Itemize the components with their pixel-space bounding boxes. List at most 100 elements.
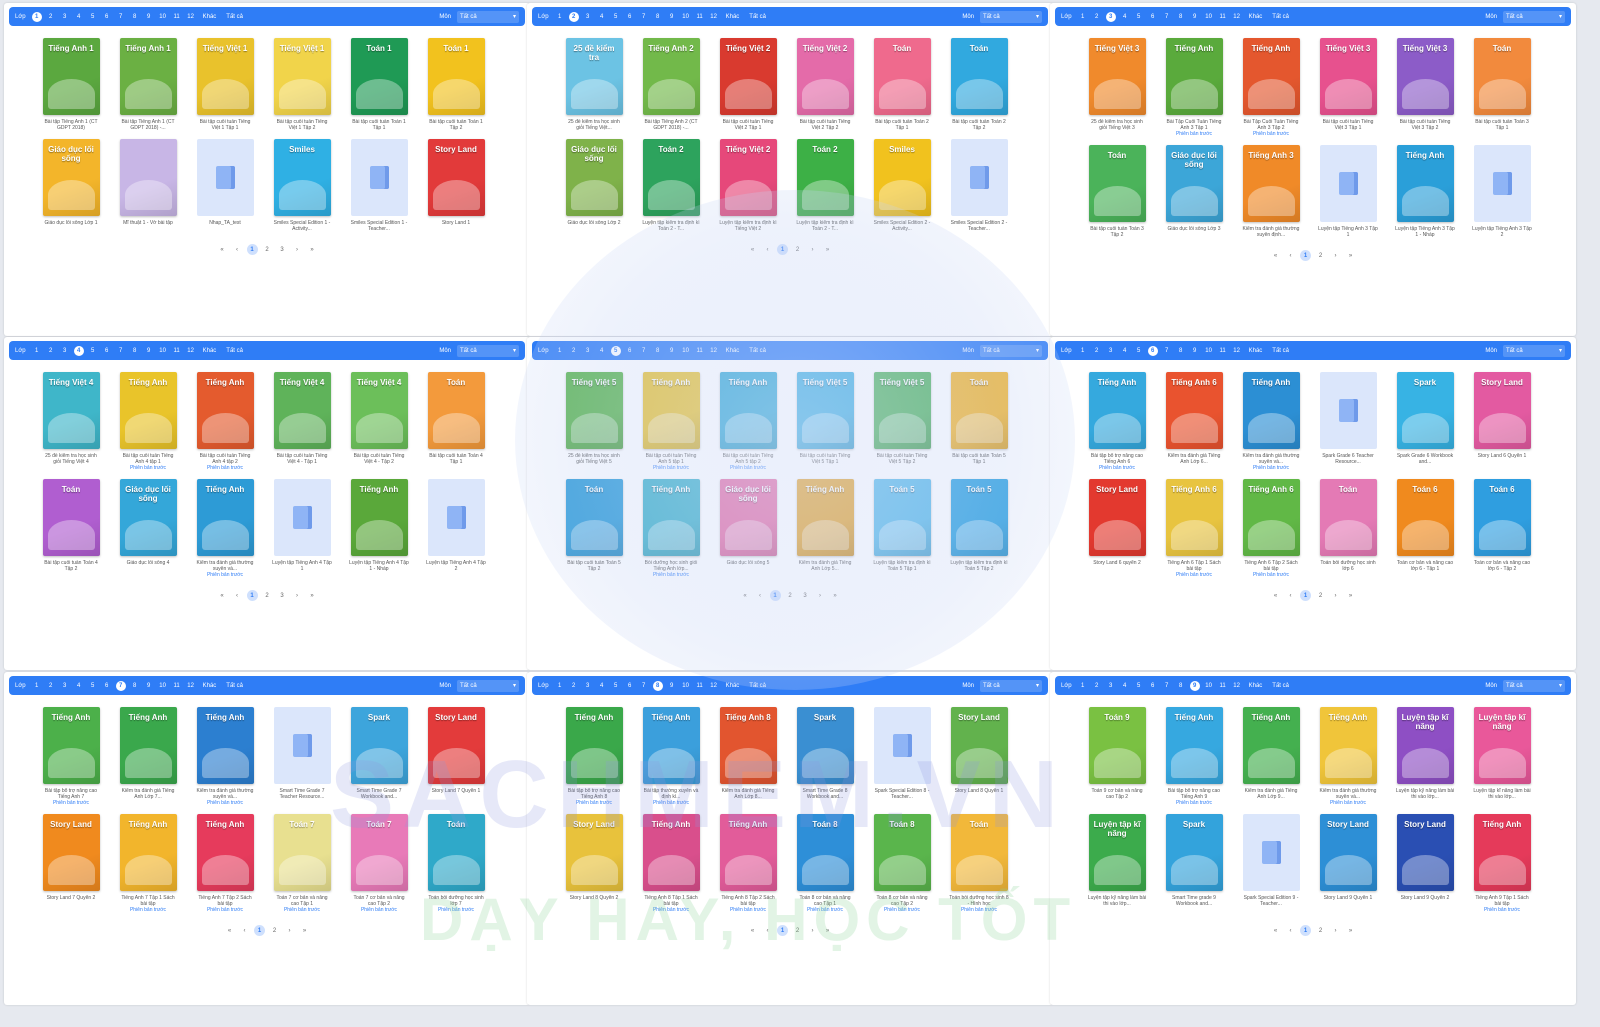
book-cover[interactable]: Toán 6 xyxy=(1396,479,1454,556)
book-title[interactable]: Toán cơ bản và nâng cao lớp 6 - Tập 1 xyxy=(1395,560,1455,572)
book-card[interactable]: Toán 2 Luyện tập kiểm tra định kì Toán 2 … xyxy=(641,139,701,232)
first-page-button[interactable]: « xyxy=(1270,925,1281,936)
grade-tab-5[interactable]: 5 xyxy=(1134,346,1144,356)
grade-tab-6[interactable]: 6 xyxy=(102,346,112,356)
book-title[interactable]: Story Land 8 Quyển 1 xyxy=(949,788,1009,800)
book-title[interactable]: Giáo dục lối sống Lớp 3 xyxy=(1164,226,1224,238)
grade-tab-10[interactable]: 10 xyxy=(1204,346,1214,356)
grade-tab-10[interactable]: 10 xyxy=(681,12,691,22)
first-page-button[interactable]: « xyxy=(217,244,228,255)
last-page-button[interactable]: » xyxy=(822,244,833,255)
book-card[interactable]: Toán Toán bồi dưỡng học sinh lớp 7 Phiên b… xyxy=(426,814,486,913)
page-number-button[interactable]: 2 xyxy=(792,925,803,936)
book-cover[interactable]: Tiếng Anh xyxy=(196,707,254,784)
book-icon[interactable] xyxy=(1473,145,1531,222)
book-title[interactable]: Bài tập cuối tuần Tiếng Việt 3 Tập 1 xyxy=(1318,119,1378,131)
book-card[interactable]: Tiếng Anh 6 Tiếng Anh 6 Tập 2 Sách bài tậ… xyxy=(1241,479,1301,578)
book-title[interactable]: Bài tập bổ trợ nâng cao Tiếng Anh 6 xyxy=(1087,453,1147,465)
page-number-button[interactable]: 1 xyxy=(769,590,781,601)
book-cover[interactable]: Toán xyxy=(1088,145,1146,222)
book-title[interactable]: Smart Time Grade 7 Teacher Resource... xyxy=(272,788,332,800)
grade-tab-12[interactable]: 12 xyxy=(1232,12,1242,22)
previous-version-link[interactable]: Phiên bản trước xyxy=(1164,572,1224,578)
subject-select[interactable]: Tất cả ▾ xyxy=(457,679,519,692)
grade-tab-14[interactable]: Tất cả xyxy=(746,681,769,691)
previous-version-link[interactable]: Phiên bản trước xyxy=(641,465,701,471)
book-title[interactable]: Bài tập thường xuyên và định kì... xyxy=(641,788,701,800)
book-card[interactable]: Story Land Story Land 9 Quyển 1 xyxy=(1318,814,1378,913)
book-title[interactable]: Tiếng Anh 7 Tập 1 Sách bài tập xyxy=(118,895,178,907)
grade-tab-10[interactable]: 10 xyxy=(158,12,168,22)
grade-tab-4[interactable]: 4 xyxy=(74,681,84,691)
book-title[interactable]: Mĩ thuật 1 - Vở bài tập xyxy=(118,220,178,232)
book-cover[interactable]: Toán xyxy=(42,479,100,556)
book-title[interactable]: Bài tập bổ trợ nâng cao Tiếng Anh 9 xyxy=(1164,788,1224,800)
page-number-button[interactable]: 1 xyxy=(777,244,788,255)
prev-page-button[interactable]: ‹ xyxy=(762,244,773,255)
subject-select[interactable]: Tất cả ▾ xyxy=(457,10,519,23)
grade-tab-9[interactable]: 9 xyxy=(667,346,677,356)
book-card[interactable]: Smiles Special Edition 1 - Teacher... xyxy=(349,139,409,232)
previous-version-link[interactable]: Phiên bản trước xyxy=(118,465,178,471)
book-cover[interactable]: Tiếng Việt 3 xyxy=(1088,38,1146,115)
book-cover[interactable]: Tiếng Việt 4 xyxy=(350,372,408,449)
book-icon[interactable] xyxy=(350,139,408,216)
book-cover[interactable]: Tiếng Anh xyxy=(1242,707,1300,784)
last-page-button[interactable]: » xyxy=(307,244,318,255)
grade-tab-5[interactable]: 5 xyxy=(610,345,621,356)
page-number-button[interactable]: 2 xyxy=(262,590,273,601)
grade-tab-6[interactable]: 6 xyxy=(1148,12,1158,22)
next-page-button[interactable]: › xyxy=(284,925,295,936)
book-card[interactable]: Tiếng Anh Tiếng Anh 8 Tập 1 Sách bài tập P… xyxy=(641,814,701,913)
book-card[interactable]: Tiếng Việt 2 Bài tập cuối tuần Tiếng Việt… xyxy=(795,38,855,131)
book-title[interactable]: Luyện tập kiểm tra định kì Toán 2 - T... xyxy=(795,220,855,232)
book-card[interactable]: Toán 5 Luyện tập kiểm tra định kì Toán 5 … xyxy=(872,479,932,578)
book-title[interactable]: Bài Tập Cuối Tuần Tiếng Anh 3 Tập 2 xyxy=(1241,119,1301,131)
book-icon[interactable] xyxy=(1319,145,1377,222)
page-number-button[interactable]: 3 xyxy=(277,244,288,255)
book-title[interactable]: Nhap_TA_test xyxy=(195,220,255,232)
grade-tab-6[interactable]: 6 xyxy=(1147,345,1158,356)
page-number-button[interactable]: 2 xyxy=(262,244,273,255)
grade-tab-14[interactable]: Tất cả xyxy=(746,346,769,356)
book-title[interactable]: Kiểm tra đánh giá thường xuyên và... xyxy=(1318,788,1378,800)
grade-tab-7[interactable]: 7 xyxy=(1162,346,1172,356)
book-card[interactable]: Toán Bài tập cuối tuần Toán 3 Tập 2 xyxy=(1087,145,1147,238)
grade-tab-3[interactable]: 3 xyxy=(583,12,593,22)
book-cover[interactable]: Giáo dục lối sống xyxy=(1165,145,1223,222)
grade-tab-5[interactable]: 5 xyxy=(611,681,621,691)
book-card[interactable]: Luyện tập kĩ năng Luyện tập kỹ năng làm b… xyxy=(1395,707,1455,806)
book-title[interactable]: Luyện tập Tiếng Anh 3 Tập 2 xyxy=(1472,226,1532,238)
book-card[interactable]: Tiếng Anh Bài tập thường xuyên và định kì… xyxy=(641,707,701,806)
next-page-button[interactable]: › xyxy=(1330,250,1341,261)
book-title[interactable]: Luyện tập kỹ năng làm bài thi vào lớp... xyxy=(1395,788,1455,800)
book-title[interactable]: Bài tập cuối tuần Tiếng Việt 3 Tập 2 xyxy=(1395,119,1455,131)
book-cover[interactable]: Toán xyxy=(1319,479,1377,556)
prev-page-button[interactable]: ‹ xyxy=(1285,250,1296,261)
previous-version-link[interactable]: Phiên bản trước xyxy=(718,465,778,471)
grade-tab-12[interactable]: 12 xyxy=(1232,346,1242,356)
book-card[interactable]: Tiếng Anh Luyện tập Tiếng Anh 4 Tập 1 - N… xyxy=(349,479,409,578)
book-cover[interactable]: Tiếng Anh xyxy=(642,479,700,556)
grade-tab-9[interactable]: 9 xyxy=(1190,346,1200,356)
book-card[interactable]: Tiếng Việt 3 25 đề kiểm tra học sinh giỏi… xyxy=(1087,38,1147,137)
book-icon[interactable] xyxy=(427,479,485,556)
book-card[interactable]: Tiếng Anh Tiếng Anh 9 Tập 1 Sách bài tập P… xyxy=(1472,814,1532,913)
book-card[interactable]: Tiếng Việt 1 Bài tập cuối tuần Tiếng Việt… xyxy=(272,38,332,131)
book-card[interactable]: Tiếng Anh Tiếng Anh 7 Tập 1 Sách bài tập P… xyxy=(118,814,178,913)
grade-tab-2[interactable]: 2 xyxy=(568,11,579,22)
book-cover[interactable]: Tiếng Anh xyxy=(1165,38,1223,115)
book-card[interactable]: Tiếng Anh 8 Kiểm tra đánh giá Tiếng Anh L… xyxy=(718,707,778,806)
book-title[interactable]: Story Land 7 Quyển 1 xyxy=(426,788,486,800)
prev-page-button[interactable]: ‹ xyxy=(755,590,766,601)
book-card[interactable]: Tiếng Anh Bài tập cuối tuần Tiếng Anh 4 t… xyxy=(118,372,178,471)
book-cover[interactable]: Tiếng Anh xyxy=(719,814,777,891)
book-title[interactable]: Bài tập cuối tuần Tiếng Việt 5 Tập 2 xyxy=(872,453,932,465)
previous-version-link[interactable]: Phiên bản trước xyxy=(195,800,255,806)
book-title[interactable]: Spark Special Edition 8 - Teacher... xyxy=(872,788,932,800)
book-title[interactable]: Bài tập cuối tuần Tiếng Anh 4 tập 1 xyxy=(118,453,178,465)
previous-version-link[interactable]: Phiên bản trước xyxy=(949,907,1009,913)
book-card[interactable]: Tiếng Anh Kiểm tra đánh giá thường xuyên … xyxy=(1241,372,1301,471)
book-title[interactable]: Toán bồi dưỡng học sinh lớp 6 xyxy=(1318,560,1378,572)
book-cover[interactable]: Giáo dục lối sống xyxy=(42,139,100,216)
